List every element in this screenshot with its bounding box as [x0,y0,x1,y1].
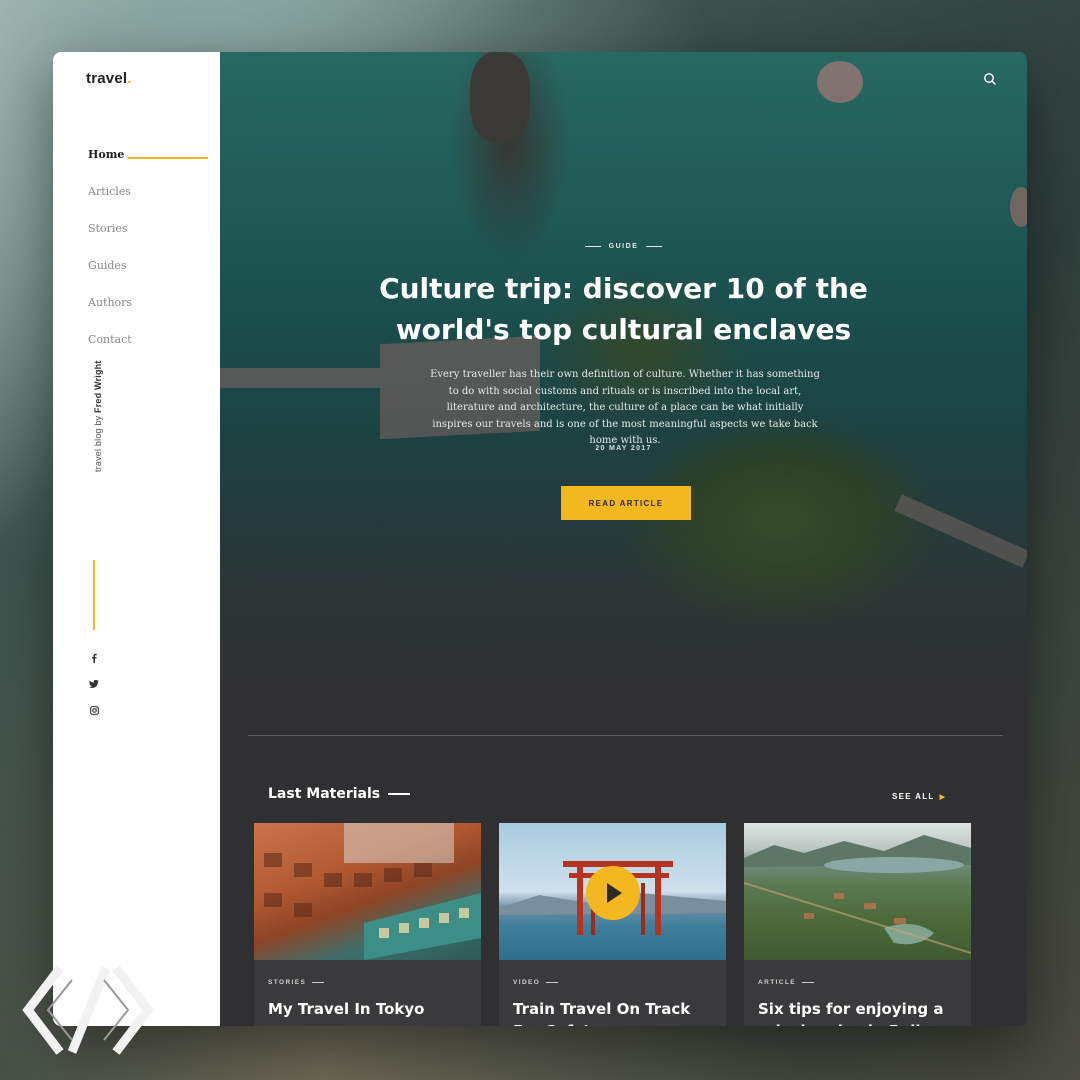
card-category: ARTICLE [758,979,814,986]
play-icon[interactable] [586,866,640,920]
card-category: VIDEO [513,979,558,986]
read-article-button[interactable]: READ ARTICLE [561,486,691,520]
arrow-right-icon: ▶ [939,794,947,801]
nav-item-articles[interactable]: Articles [88,185,132,222]
nav-item-home[interactable]: Home [88,148,209,185]
nav-item-stories[interactable]: Stories [88,222,132,259]
browser-frame: travel. Home Articles Stories Guides Aut… [53,52,1027,1026]
facebook-icon[interactable] [88,652,100,664]
material-card[interactable]: ARTICLE Six tips for enjoying a relaxing… [744,823,971,1026]
sidebar-tagline: travel blog by Fred Wright [93,360,103,472]
landscape-illustration [744,835,971,954]
card-title[interactable]: Six tips for enjoying a relaxing day in … [758,998,963,1026]
watermark-logo [22,965,154,1055]
main-nav: Home Articles Stories Guides Authors Con… [88,148,209,370]
card-category: STORIES [268,979,324,986]
instagram-icon[interactable] [88,704,100,716]
accent-line [93,560,95,630]
material-card[interactable]: STORIES My Travel In Tokyo [254,823,481,1026]
card-title[interactable]: My Travel In Tokyo [268,998,473,1020]
twitter-icon[interactable] [88,678,100,690]
main-content: GUIDE Culture trip: discover 10 of the w… [220,52,1027,1026]
hero-section: GUIDE Culture trip: discover 10 of the w… [220,52,1027,732]
nav-item-authors[interactable]: Authors [88,296,132,333]
hero-title[interactable]: Culture trip: discover 10 of the world's… [370,268,877,350]
card-image-bali[interactable] [744,823,971,960]
hero-description: Every traveller has their own definition… [430,369,820,446]
hero-category: GUIDE [220,243,1027,250]
card-image-tokyo[interactable] [254,823,481,960]
author-name[interactable]: Fred Wright [93,360,103,413]
materials-title: Last Materials [268,786,410,802]
logo[interactable]: travel. [86,70,132,87]
card-title[interactable]: Train Travel On Track For Safety [513,998,718,1026]
nav-item-guides[interactable]: Guides [88,259,132,296]
sidebar: travel. Home Articles Stories Guides Aut… [53,52,220,1026]
see-all-link[interactable]: SEE ALL ▶ [892,792,946,801]
section-divider [248,735,1003,736]
material-card[interactable]: VIDEO Train Travel On Track For Safety [499,823,726,1026]
search-icon[interactable] [983,72,997,86]
building-illustration [264,823,481,960]
hero-date: 20 MAY 2017 [595,445,652,452]
